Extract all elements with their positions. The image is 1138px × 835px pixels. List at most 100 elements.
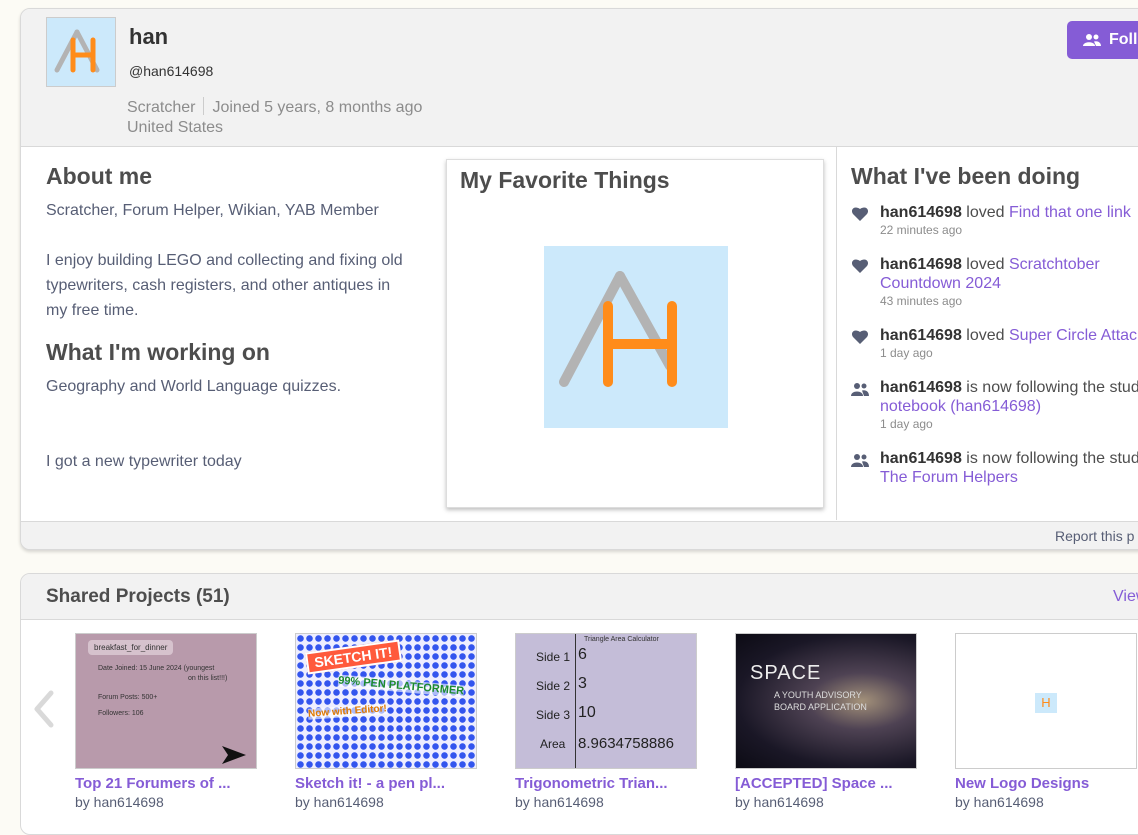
activity-item: han614698 is now following the stud The … <box>851 449 1138 487</box>
working-text-1: Geography and World Language quizzes. <box>46 378 342 395</box>
thumb-label: Area <box>540 737 566 751</box>
activity-title: What I've been doing <box>851 163 1081 189</box>
activity-user[interactable]: han614698 <box>880 256 962 273</box>
heart-icon <box>851 330 869 344</box>
activity-item: han614698 loved Scratchtober Countdown 2… <box>851 255 1138 309</box>
h-logo-icon <box>54 29 100 73</box>
activity-link[interactable]: Super Circle Attac <box>1009 327 1137 344</box>
project-author[interactable]: by han614698 <box>955 794 1137 810</box>
thumb-subtitle: 99% PEN PLATFORMER <box>337 674 465 698</box>
project-tile[interactable]: Triangle Area Calculator Side 1 6 Side 2… <box>515 633 697 810</box>
project-thumbnail[interactable]: Triangle Area Calculator Side 1 6 Side 2… <box>515 633 697 769</box>
working-title: What I'm working on <box>46 339 270 365</box>
activity-time: 1 day ago <box>880 417 933 431</box>
follow-button[interactable]: Follow <box>1067 21 1138 59</box>
activity-verb: is now following the stud <box>966 450 1138 467</box>
favorite-thumbnail[interactable] <box>544 246 728 428</box>
about-section: About me Scratcher, Forum Helper, Wikian… <box>46 163 406 474</box>
project-tile[interactable]: breakfast_for_dinner Date Joined: 15 Jun… <box>75 633 257 810</box>
project-author[interactable]: by han614698 <box>515 794 697 810</box>
view-all-link[interactable]: View <box>1113 588 1138 606</box>
thumb-value: 8.9634758886 <box>578 735 674 752</box>
chevron-left-icon[interactable] <box>31 689 57 729</box>
favorite-title: My Favorite Things <box>460 167 670 193</box>
user-role: Scratcher <box>127 99 196 116</box>
about-text-2: I enjoy building LEGO and collecting and… <box>46 252 403 319</box>
thumb-line: on this list!!!) <box>188 675 228 682</box>
thumb-value: 10 <box>578 704 596 721</box>
activity-user[interactable]: han614698 <box>880 204 962 221</box>
divider <box>203 97 205 115</box>
project-author[interactable]: by han614698 <box>295 794 477 810</box>
activity-user[interactable]: han614698 <box>880 327 962 344</box>
profile-header: han @han614698 Scratcher Joined 5 years, … <box>21 9 1138 147</box>
user-location: United States <box>127 119 224 136</box>
activity-verb: loved <box>966 327 1005 344</box>
activity-link[interactable]: notebook (han614698) <box>880 397 1138 416</box>
logo-h-icon: H <box>1035 693 1057 713</box>
thumb-value: 3 <box>578 675 587 692</box>
thumb-title: SKETCH IT! <box>304 639 402 675</box>
about-text-1: Scratcher, Forum Helper, Wikian, YAB Mem… <box>46 202 379 219</box>
thumb-title: Triangle Area Calculator <box>584 636 659 643</box>
working-text-2: I got a new typewriter today <box>46 453 242 470</box>
thumb-subtitle: BOARD APPLICATION <box>774 702 867 712</box>
follow-people-icon <box>1083 34 1101 46</box>
project-thumbnail[interactable]: SKETCH IT! 99% PEN PLATFORMER Now with E… <box>295 633 477 769</box>
thumb-label: Side 1 <box>536 650 571 664</box>
activity-verb: is now following the stud <box>966 379 1138 396</box>
favorite-things-box: My Favorite Things <box>446 159 824 508</box>
project-thumbnail[interactable]: H <box>955 633 1137 769</box>
activity-section: What I've been doing han614698 loved Fin… <box>836 146 1138 520</box>
shared-projects-card: Shared Projects (51) View breakfast_for_… <box>20 573 1138 835</box>
username: han <box>129 24 169 49</box>
project-author[interactable]: by han614698 <box>735 794 917 810</box>
thumb-label: breakfast_for_dinner <box>88 640 174 655</box>
activity-user[interactable]: han614698 <box>880 379 962 396</box>
project-title[interactable]: Sketch it! - a pen pl... <box>295 775 477 792</box>
project-thumbnail[interactable]: SPACE A YOUTH ADVISORY BOARD APPLICATION <box>735 633 917 769</box>
activity-item: han614698 loved Find that one link 22 mi… <box>851 203 1138 238</box>
join-date: Joined 5 years, 8 months ago <box>212 99 423 116</box>
activity-item: han614698 loved Super Circle Attac 1 day… <box>851 326 1138 361</box>
activity-verb: loved <box>966 204 1005 221</box>
project-title[interactable]: Top 21 Forumers of ... <box>75 775 257 792</box>
thumb-label: Side 3 <box>536 708 571 722</box>
project-title[interactable]: Trigonometric Trian... <box>515 775 697 792</box>
divider <box>575 634 576 768</box>
profile-card: han @han614698 Scratcher Joined 5 years, … <box>20 8 1138 550</box>
thumb-label: Side 2 <box>536 679 571 693</box>
activity-time: 43 minutes ago <box>880 294 963 308</box>
thumb-title: SPACE <box>750 662 822 684</box>
activity-link[interactable]: Scratchtober <box>1009 256 1100 273</box>
arrow-right-icon <box>222 746 246 764</box>
follow-people-icon <box>851 383 869 396</box>
project-title[interactable]: New Logo Designs <box>955 775 1137 792</box>
thumb-line: Date Joined: 15 June 2024 (youngest <box>98 665 215 672</box>
about-title: About me <box>46 163 153 189</box>
activity-link[interactable]: Find that one link <box>1009 204 1131 221</box>
thumb-text: Date Joined: 15 June 2024 (youngest on t… <box>98 664 227 684</box>
profile-footer: Report this p <box>21 521 1138 549</box>
activity-time: 1 day ago <box>880 346 933 360</box>
activity-verb: loved <box>966 256 1005 273</box>
shared-projects-title: Shared Projects (51) <box>46 586 230 607</box>
shared-projects-header: Shared Projects (51) View <box>21 574 1138 620</box>
project-author[interactable]: by han614698 <box>75 794 257 810</box>
report-link[interactable]: Report this p <box>1055 528 1134 544</box>
profile-meta: Scratcher Joined 5 years, 8 months ago Un… <box>127 97 422 138</box>
project-title[interactable]: [ACCEPTED] Space ... <box>735 775 917 792</box>
activity-link[interactable]: The Forum Helpers <box>880 468 1138 487</box>
project-tile[interactable]: SPACE A YOUTH ADVISORY BOARD APPLICATION… <box>735 633 917 810</box>
avatar[interactable] <box>46 17 116 87</box>
thumb-tagline: Now with Editor! <box>307 703 388 720</box>
project-tile[interactable]: H New Logo Designs by han614698 <box>955 633 1137 810</box>
activity-user[interactable]: han614698 <box>880 450 962 467</box>
project-tile[interactable]: SKETCH IT! 99% PEN PLATFORMER Now with E… <box>295 633 477 810</box>
activity-link-cont[interactable]: Countdown 2024 <box>880 274 1138 293</box>
project-thumbnail[interactable]: breakfast_for_dinner Date Joined: 15 Jun… <box>75 633 257 769</box>
follow-label: Follow <box>1109 31 1138 48</box>
thumb-line: Followers: 106 <box>98 710 144 717</box>
user-handle: @han614698 <box>129 63 214 79</box>
heart-icon <box>851 259 869 273</box>
